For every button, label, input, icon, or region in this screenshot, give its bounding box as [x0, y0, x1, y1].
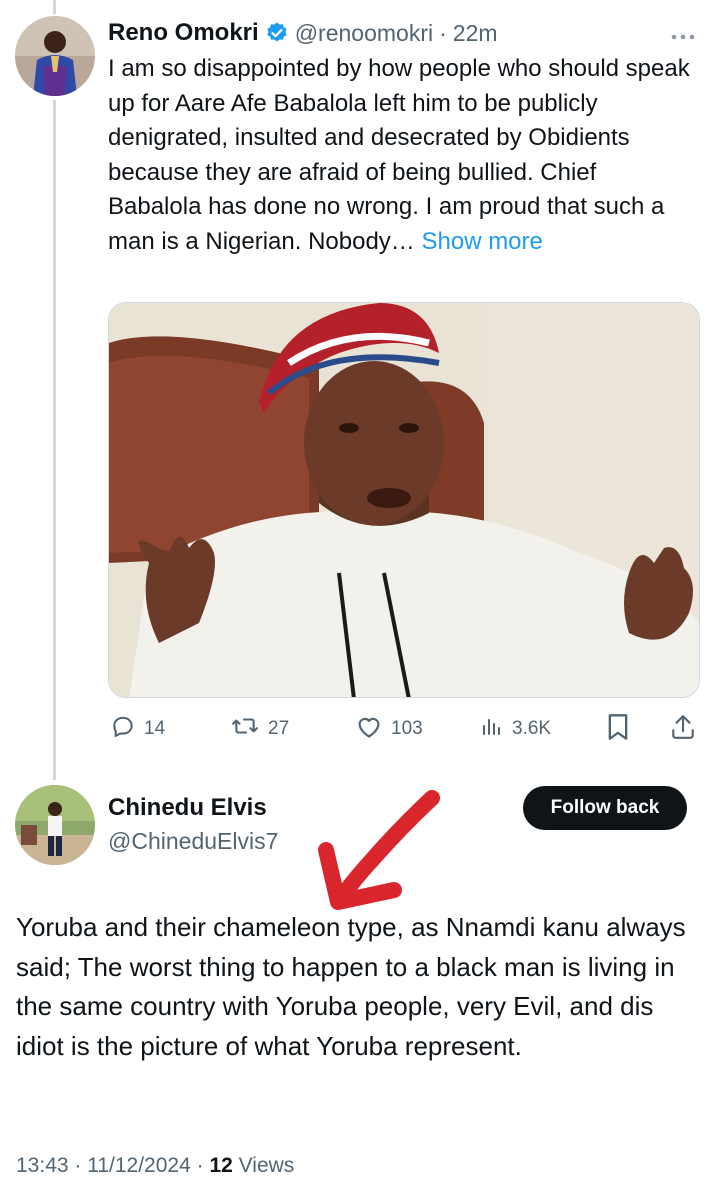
reply-icon [110, 713, 136, 745]
tweet-header: Reno Omokri @renoomokri · 22m [108, 17, 498, 49]
reply-author-name[interactable]: Chinedu Elvis [108, 794, 267, 822]
like-action[interactable]: 103 [355, 713, 423, 745]
meta-sep-1: · [68, 1154, 88, 1177]
repost-icon [230, 713, 260, 745]
tweet-text: I am so disappointed by how people who s… [108, 52, 694, 259]
reply-views-count: 12 [209, 1154, 233, 1177]
reply-text: Yoruba and their chameleon type, as Nnam… [16, 912, 686, 1061]
reply-action[interactable]: 14 [110, 713, 165, 745]
tweet-body: I am so disappointed by how people who s… [108, 55, 690, 255]
reply-author-handle[interactable]: @ChineduElvis7 [108, 828, 278, 855]
author-name[interactable]: Reno Omokri [108, 19, 259, 47]
tweet-media-image[interactable] [108, 302, 700, 698]
views-count: 3.6K [512, 718, 552, 739]
tweet-time[interactable]: 22m [453, 20, 498, 47]
red-arrow-annotation [310, 788, 440, 923]
meta-sep-2: · [190, 1154, 210, 1177]
heart-icon [355, 713, 383, 745]
header-separator: · [439, 19, 447, 46]
reply-avatar[interactable] [15, 785, 95, 865]
reply-time[interactable]: 13:43 [16, 1154, 69, 1177]
like-count: 103 [391, 718, 423, 739]
verified-badge-icon [265, 21, 289, 45]
repost-action[interactable]: 27 [230, 713, 289, 745]
reply-date[interactable]: 11/12/2024 [87, 1154, 191, 1177]
repost-count: 27 [268, 718, 290, 739]
reply-count: 14 [144, 718, 166, 739]
analytics-icon [480, 713, 504, 745]
bookmark-icon[interactable] [606, 713, 630, 746]
ellipsis-icon[interactable] [670, 28, 696, 46]
avatar[interactable] [15, 16, 95, 96]
views-action[interactable]: 3.6K [480, 713, 551, 745]
reply-views-label: Views [232, 1154, 295, 1177]
author-handle[interactable]: @renoomokri [295, 20, 433, 47]
thread-connector-line [53, 100, 56, 780]
show-more-link[interactable]: Show more [421, 228, 542, 255]
thread-line-top [53, 0, 56, 14]
share-icon[interactable] [670, 713, 696, 746]
reply-meta: 13:43 · 11/12/2024 · 12 Views [16, 1154, 294, 1178]
follow-back-button[interactable]: Follow back [523, 786, 687, 830]
